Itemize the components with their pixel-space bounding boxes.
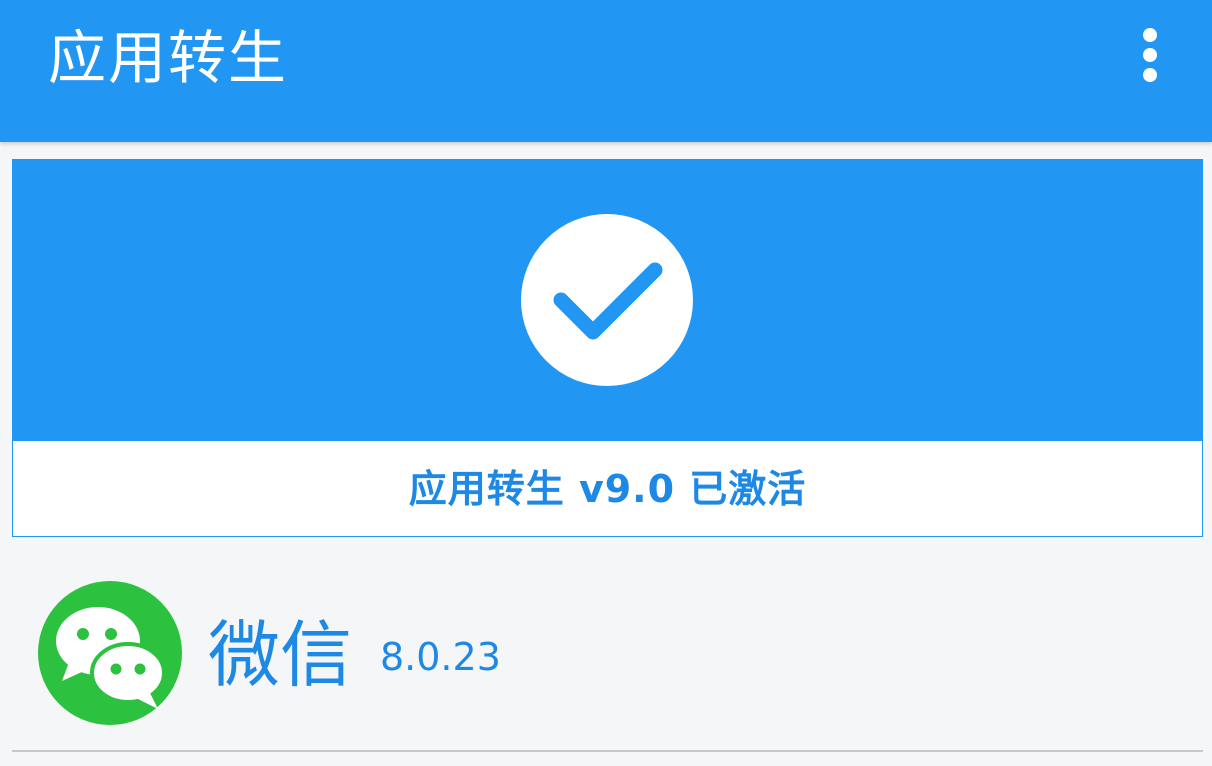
app-list-item[interactable]: 微信 8.0.23 — [12, 555, 1203, 751]
status-banner — [13, 160, 1202, 441]
activation-status-card: 应用转生 v9.0 已激活 — [12, 159, 1203, 537]
app-title: 应用转生 — [48, 24, 289, 92]
app-name: 微信 — [208, 613, 353, 697]
wechat-icon — [38, 581, 182, 725]
list-divider — [12, 750, 1203, 752]
activation-status-text: 应用转生 v9.0 已激活 — [408, 467, 807, 511]
check-circle-icon — [521, 214, 693, 386]
app-version: 8.0.23 — [380, 635, 501, 679]
app-bar: 应用转生 — [0, 0, 1212, 142]
overflow-menu-button[interactable] — [1124, 26, 1176, 86]
more-vert-icon — [1143, 28, 1157, 82]
